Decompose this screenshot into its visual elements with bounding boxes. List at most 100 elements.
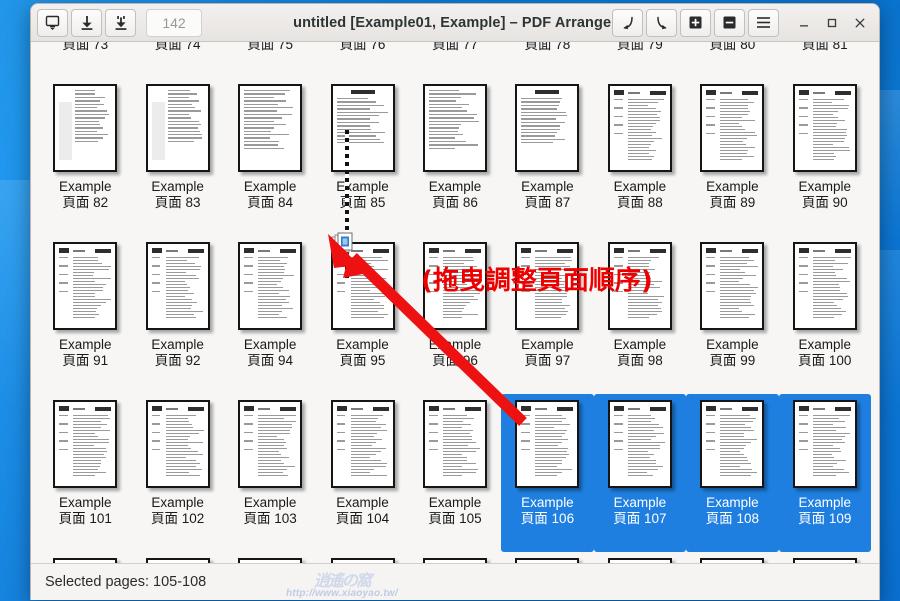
- page-thumbnail[interactable]: Example頁面 74: [131, 42, 223, 78]
- page-number: 頁面 86: [432, 195, 478, 210]
- import-all-button[interactable]: [105, 8, 136, 37]
- page-thumbnail[interactable]: Example 頁面 104: [316, 394, 408, 552]
- page-name: Example: [613, 179, 667, 194]
- watermark-logo: 逍遙の窩: [313, 573, 372, 590]
- page-number: 頁面 101: [58, 511, 112, 526]
- page-thumbnail[interactable]: Example頁面 77: [409, 42, 501, 78]
- page-thumbnail[interactable]: Example頁面 115: [501, 552, 593, 563]
- page-name: Example: [798, 495, 852, 510]
- save-as-button[interactable]: [37, 8, 68, 37]
- undo-button[interactable]: [612, 8, 643, 37]
- page-number: 頁面 74: [154, 42, 201, 52]
- page-thumbnail[interactable]: Example 頁面 82: [39, 78, 131, 236]
- maximize-button[interactable]: [819, 10, 845, 36]
- page-number: 頁面 97: [524, 353, 571, 368]
- page-thumbnail[interactable]: Example頁面 76: [316, 42, 408, 78]
- page-thumbnail[interactable]: Example 頁面 92: [131, 236, 223, 394]
- page-thumbnail[interactable]: Example 頁面 105: [409, 394, 501, 552]
- page-thumbnail[interactable]: Example 頁面 91: [39, 236, 131, 394]
- page-label: Example頁面 76: [336, 42, 389, 53]
- page-thumbnail[interactable]: Example 頁面 89: [686, 78, 778, 236]
- page-thumbnail[interactable]: Example 頁面 85: [316, 78, 408, 236]
- page-thumbnail[interactable]: Example頁面 79: [594, 42, 686, 78]
- page-thumbnail[interactable]: Example頁面 117: [686, 552, 778, 563]
- page-thumbnail[interactable]: Example 頁面 98: [594, 236, 686, 394]
- page-thumbnail[interactable]: Example 頁面 83: [131, 78, 223, 236]
- page-number: 頁面 99: [709, 353, 756, 368]
- zoom-out-button[interactable]: [714, 8, 745, 37]
- page-label: Example 頁面 99: [706, 337, 759, 369]
- page-thumbnail[interactable]: Example頁面 80: [686, 42, 778, 78]
- page-thumbnail[interactable]: Example頁面 114: [409, 552, 501, 563]
- page-preview-image: [700, 242, 765, 330]
- page-label: Example 頁面 94: [244, 337, 297, 369]
- close-button[interactable]: [847, 10, 873, 36]
- page-label: Example頁面 77: [429, 42, 482, 53]
- page-label: Example頁面 80: [706, 42, 759, 53]
- page-preview-image: [145, 242, 210, 330]
- page-name: Example: [798, 179, 852, 194]
- page-number: 頁面 92: [154, 353, 201, 368]
- page-thumbnail[interactable]: Example 頁面 94: [224, 236, 316, 394]
- zoom-in-button[interactable]: [680, 8, 711, 37]
- page-thumbnail[interactable]: Example頁面 116: [594, 552, 686, 563]
- page-thumbnail[interactable]: Example頁面 112: [224, 552, 316, 563]
- page-thumbnail[interactable]: Example 頁面 84: [224, 78, 316, 236]
- page-thumbnail-selected[interactable]: Example 頁面 107: [593, 394, 687, 552]
- page-thumbnail[interactable]: Example頁面 113: [316, 552, 408, 563]
- page-label: Example頁面 81: [799, 42, 852, 53]
- page-thumbnail[interactable]: Example 頁面 103: [224, 394, 316, 552]
- page-thumbnail[interactable]: Example 頁面 90: [779, 78, 871, 236]
- page-thumbnail[interactable]: Example 頁面 97: [501, 236, 593, 394]
- page-name: Example: [151, 179, 204, 194]
- page-name: Example: [58, 337, 112, 352]
- hamburger-menu-button[interactable]: [748, 8, 779, 37]
- page-thumbnail[interactable]: Example 頁面 101: [39, 394, 131, 552]
- page-number: 頁面 90: [801, 195, 848, 210]
- page-thumbnail[interactable]: Example頁面 75: [224, 42, 316, 78]
- page-thumbnail-selected[interactable]: Example 頁面 108: [686, 394, 779, 552]
- page-thumbnail[interactable]: Example 頁面 86: [409, 78, 501, 236]
- page-preview-image: [792, 242, 857, 330]
- page-thumbnail[interactable]: Example頁面 110: [39, 552, 131, 563]
- redo-button[interactable]: [646, 8, 677, 37]
- page-thumbnail[interactable]: Example 頁面 88: [594, 78, 686, 236]
- page-thumbnail[interactable]: Example頁面 118: [779, 552, 871, 563]
- page-name: Example: [151, 337, 204, 352]
- page-preview-image: [515, 400, 580, 488]
- page-name: Example: [58, 495, 112, 510]
- page-number: 頁面 100: [798, 353, 852, 368]
- page-label: Example 頁面 83: [151, 179, 204, 211]
- page-preview-image: [515, 242, 580, 330]
- page-thumbnail-selected[interactable]: Example 頁面 109: [778, 394, 871, 552]
- page-count-field[interactable]: 142: [146, 8, 202, 37]
- import-button[interactable]: [71, 8, 102, 37]
- page-number: 頁面 82: [62, 195, 109, 210]
- page-label: Example 頁面 100: [798, 337, 851, 369]
- page-preview-image: [515, 84, 580, 172]
- page-name: Example: [243, 179, 297, 194]
- page-number: 頁面 105: [428, 511, 482, 526]
- page-number: 頁面 83: [154, 195, 201, 210]
- page-thumbnail[interactable]: Example頁面 81: [779, 42, 871, 78]
- site-watermark: 逍遙の窩 http://www.xiaoyao.tw/: [286, 573, 398, 600]
- page-number: 頁面 106: [520, 511, 575, 526]
- page-thumbnail[interactable]: Example頁面 111: [131, 552, 223, 563]
- page-label: Example 頁面 91: [59, 337, 112, 369]
- page-thumbnail[interactable]: Example 頁面 96: [409, 236, 501, 394]
- page-thumbnail[interactable]: Example頁面 78: [501, 42, 593, 78]
- page-thumbnail[interactable]: Example 頁面 99: [686, 236, 778, 394]
- page-thumbnail[interactable]: Example 頁面 100: [779, 236, 871, 394]
- page-thumbnail[interactable]: Example 頁面 87: [501, 78, 593, 236]
- page-preview-image: [330, 84, 395, 172]
- page-name: Example: [706, 337, 759, 352]
- page-thumbnail-selected[interactable]: Example 頁面 106: [501, 394, 594, 552]
- page-thumbnail[interactable]: Example頁面 73: [39, 42, 131, 78]
- page-name: Example: [243, 337, 297, 352]
- page-preview-image: [607, 242, 672, 330]
- page-number: 頁面 109: [798, 511, 852, 526]
- minimize-button[interactable]: [791, 10, 817, 36]
- page-grid-area[interactable]: Example頁面 73Example頁面 74Example頁面 75Exam…: [31, 42, 879, 563]
- page-number: 頁面 88: [616, 195, 663, 210]
- page-thumbnail[interactable]: Example 頁面 102: [131, 394, 223, 552]
